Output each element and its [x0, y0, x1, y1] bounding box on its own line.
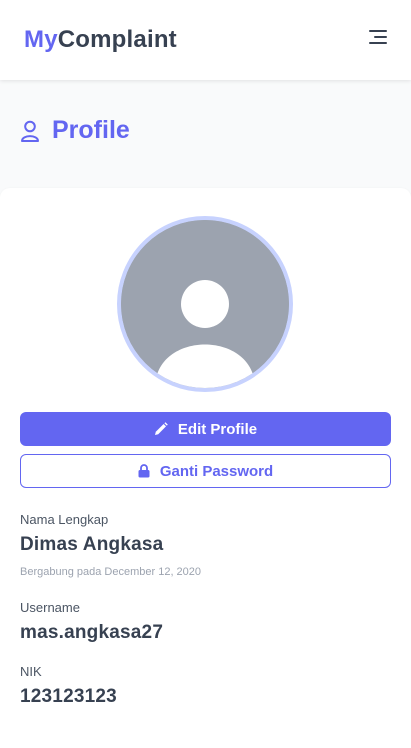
avatar — [117, 216, 293, 392]
user-icon — [21, 120, 39, 142]
user-avatar-icon — [121, 220, 289, 388]
menu-icon — [369, 30, 387, 44]
change-password-button[interactable]: Ganti Password — [20, 454, 391, 488]
fullname-value: Dimas Angkasa — [20, 534, 164, 555]
username-value: mas.angkasa27 — [20, 622, 164, 643]
navbar: MyComplaint — [0, 0, 411, 80]
edit-profile-button[interactable]: Edit Profile — [20, 412, 391, 446]
page-title: Profile — [52, 116, 130, 144]
pencil-icon — [154, 422, 168, 435]
nik-label: NIK — [20, 664, 42, 679]
brand-part-my: My — [24, 26, 58, 53]
page-header: Profile — [20, 116, 130, 145]
nik-value: 123123123 — [20, 686, 117, 707]
fullname-label: Nama Lengkap — [20, 512, 109, 527]
change-password-label: Ganti Password — [159, 462, 274, 480]
edit-profile-label: Edit Profile — [177, 420, 258, 438]
brand-logo[interactable]: MyComplaint — [24, 26, 177, 54]
joined-date: Bergabung pada December 12, 2020 — [20, 566, 202, 578]
lock-icon — [138, 464, 150, 478]
brand-part-complaint: Complaint — [57, 26, 177, 53]
menu-button[interactable] — [359, 17, 399, 57]
username-label: Username — [20, 600, 80, 615]
